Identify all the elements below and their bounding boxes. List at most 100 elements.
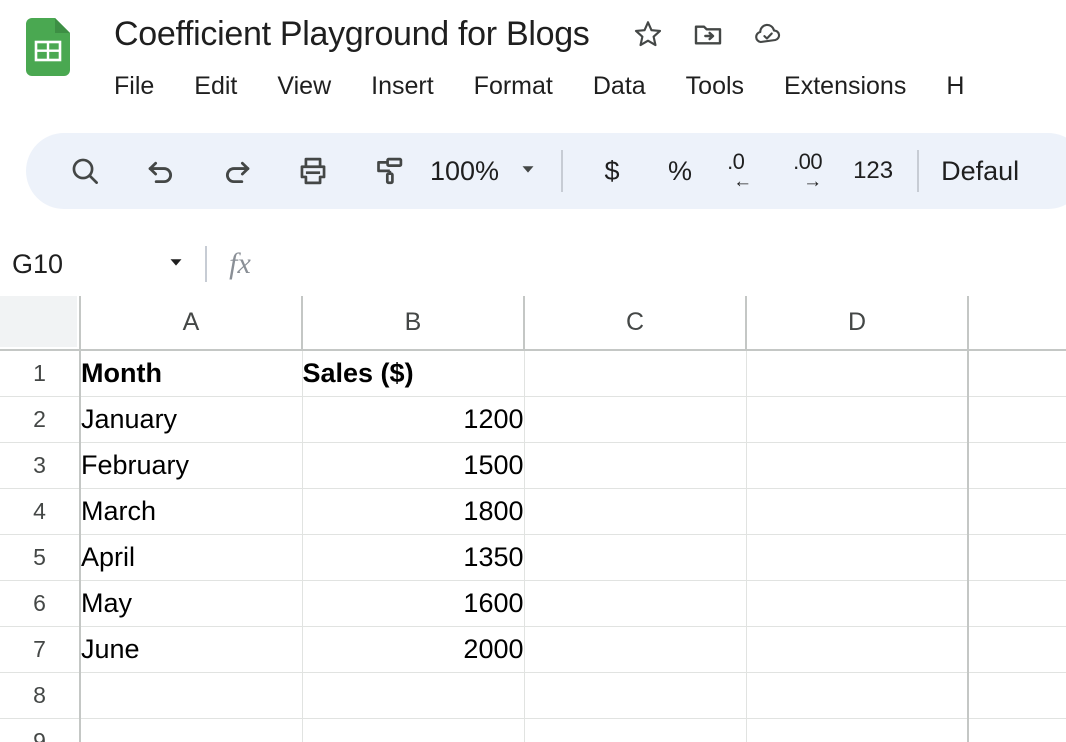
toolbar-divider <box>561 150 564 192</box>
increase-decimal-button[interactable]: .00 → <box>789 144 843 198</box>
cell-e8[interactable] <box>968 672 1066 719</box>
cell-d3[interactable] <box>746 442 969 489</box>
menu-item-file[interactable]: File <box>114 70 154 102</box>
toolbar-divider-2 <box>917 150 920 192</box>
menu-item-tools[interactable]: Tools <box>686 70 744 102</box>
cell-d7[interactable] <box>746 626 969 673</box>
row-header-6[interactable]: 6 <box>0 580 81 627</box>
cell-b8[interactable] <box>302 672 525 719</box>
star-icon[interactable] <box>632 18 664 50</box>
row-header-7[interactable]: 7 <box>0 626 81 673</box>
paint-format-icon[interactable] <box>362 144 416 198</box>
menu-item-format[interactable]: Format <box>474 70 553 102</box>
cell-a2[interactable]: January <box>80 396 303 443</box>
name-box-chevron-down-icon <box>165 251 187 278</box>
cell-a8[interactable] <box>80 672 303 719</box>
function-icon[interactable]: fx <box>207 232 273 296</box>
cell-a6[interactable]: May <box>80 580 303 627</box>
column-header-e[interactable] <box>968 296 1066 351</box>
undo-icon[interactable] <box>134 144 188 198</box>
row-header-5[interactable]: 5 <box>0 534 81 581</box>
increase-decimal-icon: .00 → <box>789 149 843 193</box>
cell-a7[interactable]: June <box>80 626 303 673</box>
formula-bar: G10 fx <box>0 232 1066 296</box>
cell-e3[interactable] <box>968 442 1066 489</box>
cell-a3[interactable]: February <box>80 442 303 489</box>
cell-d1[interactable] <box>746 350 969 397</box>
table-row: 1 Month Sales ($) <box>0 350 1066 397</box>
cell-e7[interactable] <box>968 626 1066 673</box>
decrease-decimal-button[interactable]: .0 ← <box>721 144 775 198</box>
row-header-8[interactable]: 8 <box>0 672 81 719</box>
row-header-3[interactable]: 3 <box>0 442 81 489</box>
cell-d2[interactable] <box>746 396 969 443</box>
font-family-selector[interactable]: Defaul <box>941 156 1019 187</box>
select-all-corner[interactable] <box>0 296 81 351</box>
table-row: 3 February 1500 <box>0 442 1066 489</box>
menu-item-data[interactable]: Data <box>593 70 646 102</box>
increase-decimal-arrow: → <box>803 171 823 192</box>
sheet-body: 1 Month Sales ($) 2 January 1200 3 Febru… <box>0 350 1066 742</box>
cell-b1[interactable]: Sales ($) <box>302 350 525 397</box>
number-format-button[interactable]: 123 <box>853 157 893 185</box>
column-header-d[interactable]: D <box>746 296 969 351</box>
cell-d4[interactable] <box>746 488 969 535</box>
column-header-b[interactable]: B <box>302 296 525 351</box>
name-box[interactable]: G10 <box>0 232 205 296</box>
cell-e2[interactable] <box>968 396 1066 443</box>
cell-c7[interactable] <box>524 626 747 673</box>
menu-item-edit[interactable]: Edit <box>194 70 237 102</box>
google-sheets-window: Coefficient Playground for Blogs File Ed… <box>0 0 1066 742</box>
name-box-value: G10 <box>12 249 64 279</box>
percent-format-button[interactable]: % <box>653 144 707 198</box>
cell-c4[interactable] <box>524 488 747 535</box>
row-header-4[interactable]: 4 <box>0 488 81 535</box>
cell-d6[interactable] <box>746 580 969 627</box>
print-icon[interactable] <box>286 144 340 198</box>
cell-b7[interactable]: 2000 <box>302 626 525 673</box>
cell-c9[interactable] <box>524 718 747 742</box>
row-header-9[interactable]: 9 <box>0 718 81 742</box>
cell-a5[interactable]: April <box>80 534 303 581</box>
document-title[interactable]: Coefficient Playground for Blogs <box>114 14 590 54</box>
cell-d5[interactable] <box>746 534 969 581</box>
cell-a4[interactable]: March <box>80 488 303 535</box>
cell-c8[interactable] <box>524 672 747 719</box>
menu-item-insert[interactable]: Insert <box>371 70 434 102</box>
cell-b5[interactable]: 1350 <box>302 534 525 581</box>
zoom-control[interactable]: 100% <box>430 156 539 186</box>
cell-c5[interactable] <box>524 534 747 581</box>
cell-e6[interactable] <box>968 580 1066 627</box>
redo-icon[interactable] <box>210 144 264 198</box>
cell-d9[interactable] <box>746 718 969 742</box>
row-header-1[interactable]: 1 <box>0 350 81 397</box>
cell-b6[interactable]: 1600 <box>302 580 525 627</box>
menu-item-extensions[interactable]: Extensions <box>784 70 906 102</box>
zoom-level: 100% <box>430 156 500 186</box>
row-header-2[interactable]: 2 <box>0 396 81 443</box>
cell-e5[interactable] <box>968 534 1066 581</box>
currency-format-button[interactable]: $ <box>585 144 639 198</box>
cell-d8[interactable] <box>746 672 969 719</box>
cell-c2[interactable] <box>524 396 747 443</box>
cell-c3[interactable] <box>524 442 747 489</box>
cell-b9[interactable] <box>302 718 525 742</box>
formula-input[interactable] <box>273 232 1066 296</box>
column-header-c[interactable]: C <box>524 296 747 351</box>
search-icon[interactable] <box>58 144 112 198</box>
cell-b3[interactable]: 1500 <box>302 442 525 489</box>
cell-b2[interactable]: 1200 <box>302 396 525 443</box>
cloud-saved-icon[interactable] <box>752 18 784 50</box>
cell-a9[interactable] <box>80 718 303 742</box>
cell-c6[interactable] <box>524 580 747 627</box>
column-header-a[interactable]: A <box>80 296 303 351</box>
menu-item-help[interactable]: H <box>946 70 964 102</box>
cell-e9[interactable] <box>968 718 1066 742</box>
cell-a1[interactable]: Month <box>80 350 303 397</box>
menu-item-view[interactable]: View <box>277 70 331 102</box>
move-to-folder-icon[interactable] <box>692 18 724 50</box>
cell-b4[interactable]: 1800 <box>302 488 525 535</box>
cell-e4[interactable] <box>968 488 1066 535</box>
cell-e1[interactable] <box>968 350 1066 397</box>
cell-c1[interactable] <box>524 350 747 397</box>
